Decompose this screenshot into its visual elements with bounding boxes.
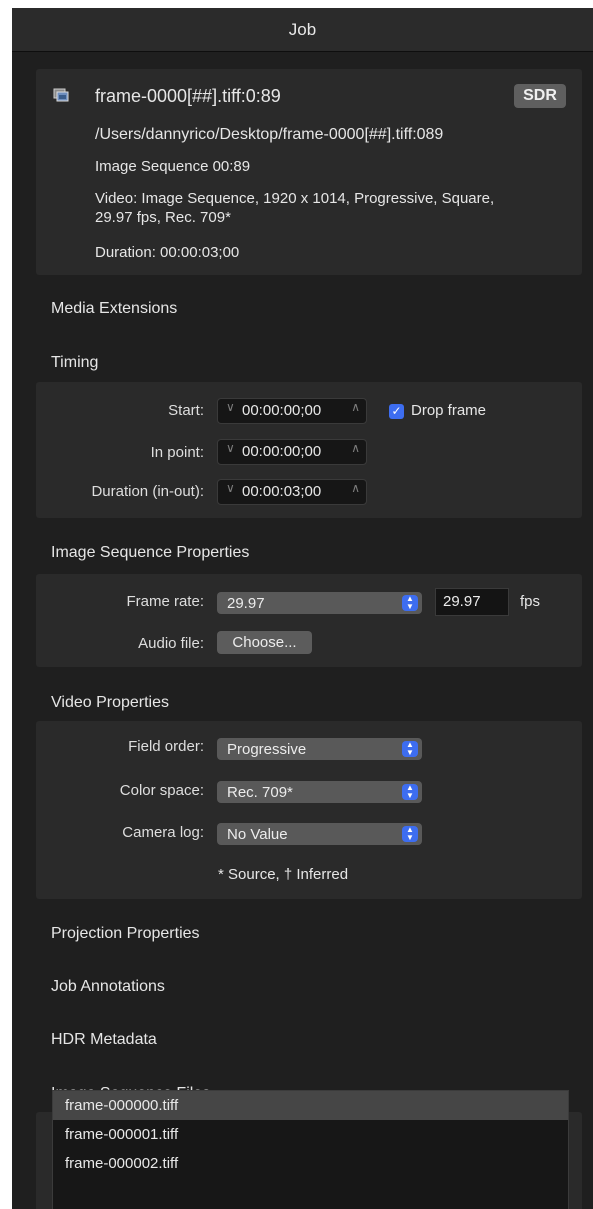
file-list-item[interactable]: frame-000001.tiff <box>53 1120 568 1149</box>
in-point-label: In point: <box>150 444 204 461</box>
section-image-sequence-properties[interactable]: Image Sequence Properties <box>51 544 249 562</box>
image-sequence-icon <box>53 88 71 104</box>
frame-rate-field[interactable]: 29.97 <box>435 588 509 616</box>
file-list-item[interactable]: frame-000002.tiff <box>53 1149 568 1178</box>
section-video-properties[interactable]: Video Properties <box>51 694 169 712</box>
timing-panel: Start: ∨ 00:00:00;00 ∧ ✓ Drop frame In p… <box>36 382 582 518</box>
window-title: Job <box>288 20 317 39</box>
duration-timecode-stepper[interactable]: ∨ 00:00:03;00 ∧ <box>217 479 367 505</box>
choose-audio-button[interactable]: Choose... <box>217 631 312 654</box>
file-name[interactable]: frame-000000.tiff <box>65 1097 178 1114</box>
chevron-updown-icon[interactable]: ▲ ▼ <box>402 826 418 842</box>
decrement-icon[interactable]: ∨ <box>226 481 235 495</box>
start-timecode-value[interactable]: 00:00:00;00 <box>242 402 321 419</box>
video-info-line-2: 29.97 fps, Rec. 709* <box>95 209 231 226</box>
chevron-updown-icon[interactable]: ▲ ▼ <box>402 784 418 800</box>
section-timing[interactable]: Timing <box>51 354 98 372</box>
increment-icon[interactable]: ∧ <box>351 481 360 495</box>
source-duration: Duration: 00:00:03;00 <box>95 244 240 261</box>
decrement-icon[interactable]: ∨ <box>226 441 235 455</box>
duration-timecode-value[interactable]: 00:00:03;00 <box>242 483 321 500</box>
duration-label: Duration (in-out): <box>91 483 204 500</box>
in-point-timecode-stepper[interactable]: ∨ 00:00:00;00 ∧ <box>217 439 367 465</box>
audio-file-label: Audio file: <box>138 635 204 652</box>
file-list[interactable]: frame-000000.tiff frame-000001.tiff fram… <box>52 1090 569 1209</box>
color-space-selected[interactable]: Rec. 709* <box>227 784 293 801</box>
increment-icon[interactable]: ∧ <box>351 400 360 414</box>
job-inspector-window: Job frame-0000[##].tiff:0:89 SDR /Users/… <box>12 8 593 1209</box>
camera-log-selected[interactable]: No Value <box>227 826 288 843</box>
file-list-item[interactable]: frame-000000.tiff <box>53 1091 568 1120</box>
start-timecode-stepper[interactable]: ∨ 00:00:00;00 ∧ <box>217 398 367 424</box>
file-name[interactable]: frame-000002.tiff <box>65 1155 178 1172</box>
decrement-icon[interactable]: ∨ <box>226 400 235 414</box>
video-info-line-1: Video: Image Sequence, 1920 x 1014, Prog… <box>95 190 495 207</box>
camera-log-label: Camera log: <box>122 824 204 841</box>
frame-rate-select[interactable]: 29.97 ▲ ▼ <box>217 592 422 614</box>
sdr-badge: SDR <box>514 84 566 108</box>
source-type: Image Sequence 00:89 <box>95 158 251 175</box>
chevron-updown-icon[interactable]: ▲ ▼ <box>402 595 418 611</box>
in-point-timecode-value[interactable]: 00:00:00;00 <box>242 443 321 460</box>
color-space-label: Color space: <box>119 782 204 799</box>
frame-rate-selected[interactable]: 29.97 <box>227 595 265 612</box>
drop-frame-checkbox[interactable]: ✓ <box>389 404 404 419</box>
image-sequence-properties-panel: Frame rate: 29.97 ▲ ▼ 29.97 fps Audio fil… <box>36 574 582 667</box>
fps-unit: fps <box>520 593 541 610</box>
section-hdr-metadata[interactable]: HDR Metadata <box>51 1031 157 1049</box>
color-space-select[interactable]: Rec. 709* ▲ ▼ <box>217 781 422 803</box>
source-path: /Users/dannyrico/Desktop/frame-0000[##].… <box>95 126 444 143</box>
title-bar: Job <box>12 8 593 52</box>
field-order-select[interactable]: Progressive ▲ ▼ <box>217 738 422 760</box>
field-order-selected[interactable]: Progressive <box>227 741 306 758</box>
section-job-annotations[interactable]: Job Annotations <box>51 978 165 996</box>
frame-rate-label: Frame rate: <box>126 593 204 610</box>
source-info-panel: frame-0000[##].tiff:0:89 SDR /Users/dann… <box>36 69 582 275</box>
field-order-label: Field order: <box>128 738 204 755</box>
source-inferred-footnote: * Source, † Inferred <box>218 866 349 883</box>
video-properties-panel: Field order: Progressive ▲ ▼ Color space:… <box>36 721 582 899</box>
chevron-updown-icon[interactable]: ▲ ▼ <box>402 741 418 757</box>
camera-log-select[interactable]: No Value ▲ ▼ <box>217 823 422 845</box>
file-name[interactable]: frame-000001.tiff <box>65 1126 178 1143</box>
frame-rate-field-value[interactable]: 29.97 <box>443 593 481 610</box>
source-name: frame-0000[##].tiff:0:89 <box>95 86 281 106</box>
section-media-extensions[interactable]: Media Extensions <box>51 300 177 318</box>
start-label: Start: <box>168 402 204 419</box>
drop-frame-label[interactable]: Drop frame <box>411 402 486 419</box>
section-projection-properties[interactable]: Projection Properties <box>51 925 200 943</box>
increment-icon[interactable]: ∧ <box>351 441 360 455</box>
